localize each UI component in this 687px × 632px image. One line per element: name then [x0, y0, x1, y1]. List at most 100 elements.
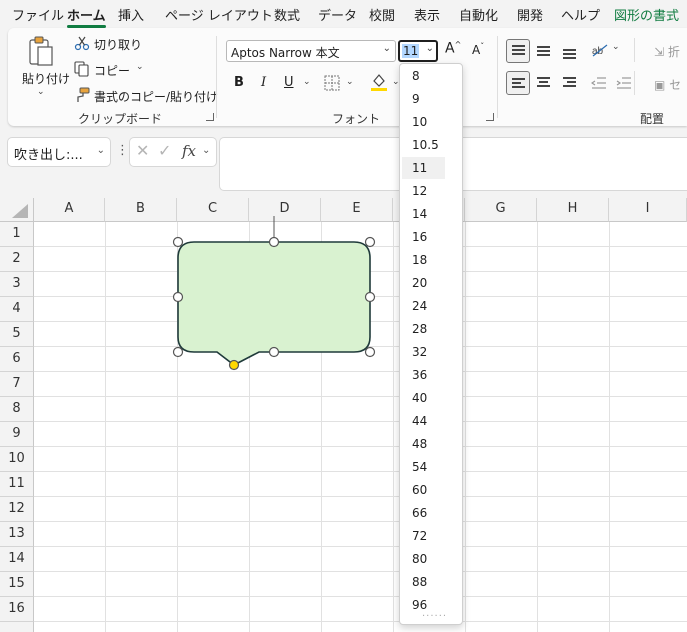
font-name-dropdown[interactable]: Aptos Narrow 本文 ⌄ [226, 40, 396, 62]
tab-formulas[interactable]: 数式 [274, 5, 300, 24]
font-size-option[interactable]: 88 [402, 571, 445, 593]
resize-handle[interactable] [364, 291, 376, 303]
font-size-option[interactable]: 14 [402, 203, 445, 225]
row-header[interactable]: 4 [0, 297, 34, 322]
font-size-option[interactable]: 8 [402, 65, 445, 87]
format-painter-button[interactable]: 書式のコピー/貼り付け [74, 86, 218, 106]
align-right-button[interactable] [558, 71, 582, 95]
font-size-option[interactable]: 36 [402, 364, 445, 386]
cancel-icon[interactable]: ✕ [136, 141, 149, 160]
bold-button[interactable]: B [234, 75, 244, 90]
clipboard-launcher-icon[interactable] [206, 113, 214, 121]
name-box[interactable]: 吹き出し:... ⌄ [8, 138, 110, 166]
enter-icon[interactable]: ✓ [158, 141, 171, 160]
font-size-option[interactable]: 80 [402, 548, 445, 570]
font-size-option[interactable]: 18 [402, 249, 445, 271]
resize-handle[interactable] [172, 236, 184, 248]
fill-color-icon[interactable] [370, 72, 388, 92]
column-header[interactable]: G [465, 198, 537, 222]
font-size-option[interactable]: 16 [402, 226, 445, 248]
tab-data[interactable]: データ [318, 5, 357, 24]
font-size-option[interactable]: 60 [402, 479, 445, 501]
row-header[interactable]: 6 [0, 347, 34, 372]
tab-shape-format[interactable]: 図形の書式 [614, 5, 679, 24]
tab-developer[interactable]: 開発 [517, 5, 543, 24]
resize-grip-icon[interactable]: ······ [422, 611, 447, 622]
tab-file[interactable]: ファイル [12, 5, 64, 24]
select-all-button[interactable] [0, 198, 34, 222]
font-size-option[interactable]: 20 [402, 272, 445, 294]
row-header[interactable]: 16 [0, 597, 34, 622]
font-size-option[interactable]: 9 [402, 88, 445, 110]
resize-handle[interactable] [268, 236, 280, 248]
tab-home[interactable]: ホーム [67, 5, 106, 28]
row-header[interactable]: 8 [0, 397, 34, 422]
row-header[interactable]: 13 [0, 522, 34, 547]
font-size-option-selected[interactable]: 11 [402, 157, 445, 179]
tab-page-layout[interactable]: ページ レイアウト [165, 5, 273, 24]
row-header[interactable]: 14 [0, 547, 34, 572]
font-size-option[interactable]: 12 [402, 180, 445, 202]
column-header[interactable]: B [105, 198, 177, 222]
more-options-icon[interactable]: ⋮ [116, 143, 129, 158]
increase-indent-icon[interactable] [616, 75, 632, 91]
decrease-indent-icon[interactable] [591, 75, 607, 91]
row-header[interactable]: 10 [0, 447, 34, 472]
column-header[interactable]: A [34, 198, 105, 222]
increase-font-size-button[interactable]: A^ [445, 40, 461, 57]
row-header[interactable]: 7 [0, 372, 34, 397]
row-header[interactable]: 12 [0, 497, 34, 522]
column-header[interactable]: H [537, 198, 609, 222]
row-header[interactable]: 9 [0, 422, 34, 447]
row-header[interactable]: 1 [0, 222, 34, 247]
callout-shape[interactable] [168, 214, 384, 374]
column-header[interactable]: I [609, 198, 687, 222]
row-header[interactable]: 15 [0, 572, 34, 597]
font-size-option[interactable]: 66 [402, 502, 445, 524]
row-header[interactable]: 11 [0, 472, 34, 497]
font-size-option[interactable]: 44 [402, 410, 445, 432]
font-size-option[interactable]: 48 [402, 433, 445, 455]
resize-handle[interactable] [268, 346, 280, 358]
resize-handle[interactable] [172, 291, 184, 303]
font-size-dropdown[interactable]: 11 ⌄ [398, 40, 438, 62]
resize-handle[interactable] [364, 346, 376, 358]
underline-button[interactable]: U [284, 75, 294, 90]
resize-handle[interactable] [364, 236, 376, 248]
font-size-option[interactable]: 24 [402, 295, 445, 317]
row-header[interactable]: 3 [0, 272, 34, 297]
callout-body[interactable] [177, 241, 371, 366]
font-launcher-icon[interactable] [486, 113, 494, 121]
resize-handle[interactable] [172, 346, 184, 358]
row-header[interactable]: 2 [0, 247, 34, 272]
tab-automate[interactable]: 自動化 [459, 5, 498, 24]
merge-center-button[interactable]: ▣ セ [654, 76, 681, 93]
tab-review[interactable]: 校閲 [369, 5, 395, 24]
wrap-text-button[interactable]: ⇲ 折 [654, 43, 680, 60]
tab-help[interactable]: ヘルプ [561, 5, 600, 24]
font-size-option[interactable]: 10 [402, 111, 445, 133]
align-center-button[interactable] [532, 71, 556, 95]
orientation-icon[interactable]: ab [591, 42, 609, 58]
paste-button[interactable]: 貼り付け ⌄ [16, 34, 70, 100]
cut-button[interactable]: 切り取り [74, 34, 144, 54]
align-bottom-button[interactable] [558, 39, 582, 63]
tab-view[interactable]: 表示 [414, 5, 440, 24]
align-left-button[interactable] [506, 71, 530, 95]
insert-function-button[interactable]: fx [182, 142, 196, 160]
worksheet-grid[interactable]: A B C D E F G H I 1 2 3 4 5 6 7 8 9 10 1… [0, 198, 687, 632]
copy-button[interactable]: コピー ⌄ [74, 60, 148, 80]
decrease-font-size-button[interactable]: Aˇ [472, 42, 484, 57]
font-size-option[interactable]: 54 [402, 456, 445, 478]
font-size-option[interactable]: 32 [402, 341, 445, 363]
font-size-option[interactable]: 40 [402, 387, 445, 409]
tab-insert[interactable]: 挿入 [118, 5, 144, 24]
font-size-option[interactable]: 28 [402, 318, 445, 340]
italic-button[interactable]: I [261, 75, 266, 90]
row-header[interactable] [0, 622, 34, 632]
row-header[interactable]: 5 [0, 322, 34, 347]
font-size-option[interactable]: 10.5 [402, 134, 445, 156]
font-size-option[interactable]: 72 [402, 525, 445, 547]
align-middle-button[interactable] [532, 39, 556, 63]
adjustment-handle[interactable] [228, 359, 240, 371]
